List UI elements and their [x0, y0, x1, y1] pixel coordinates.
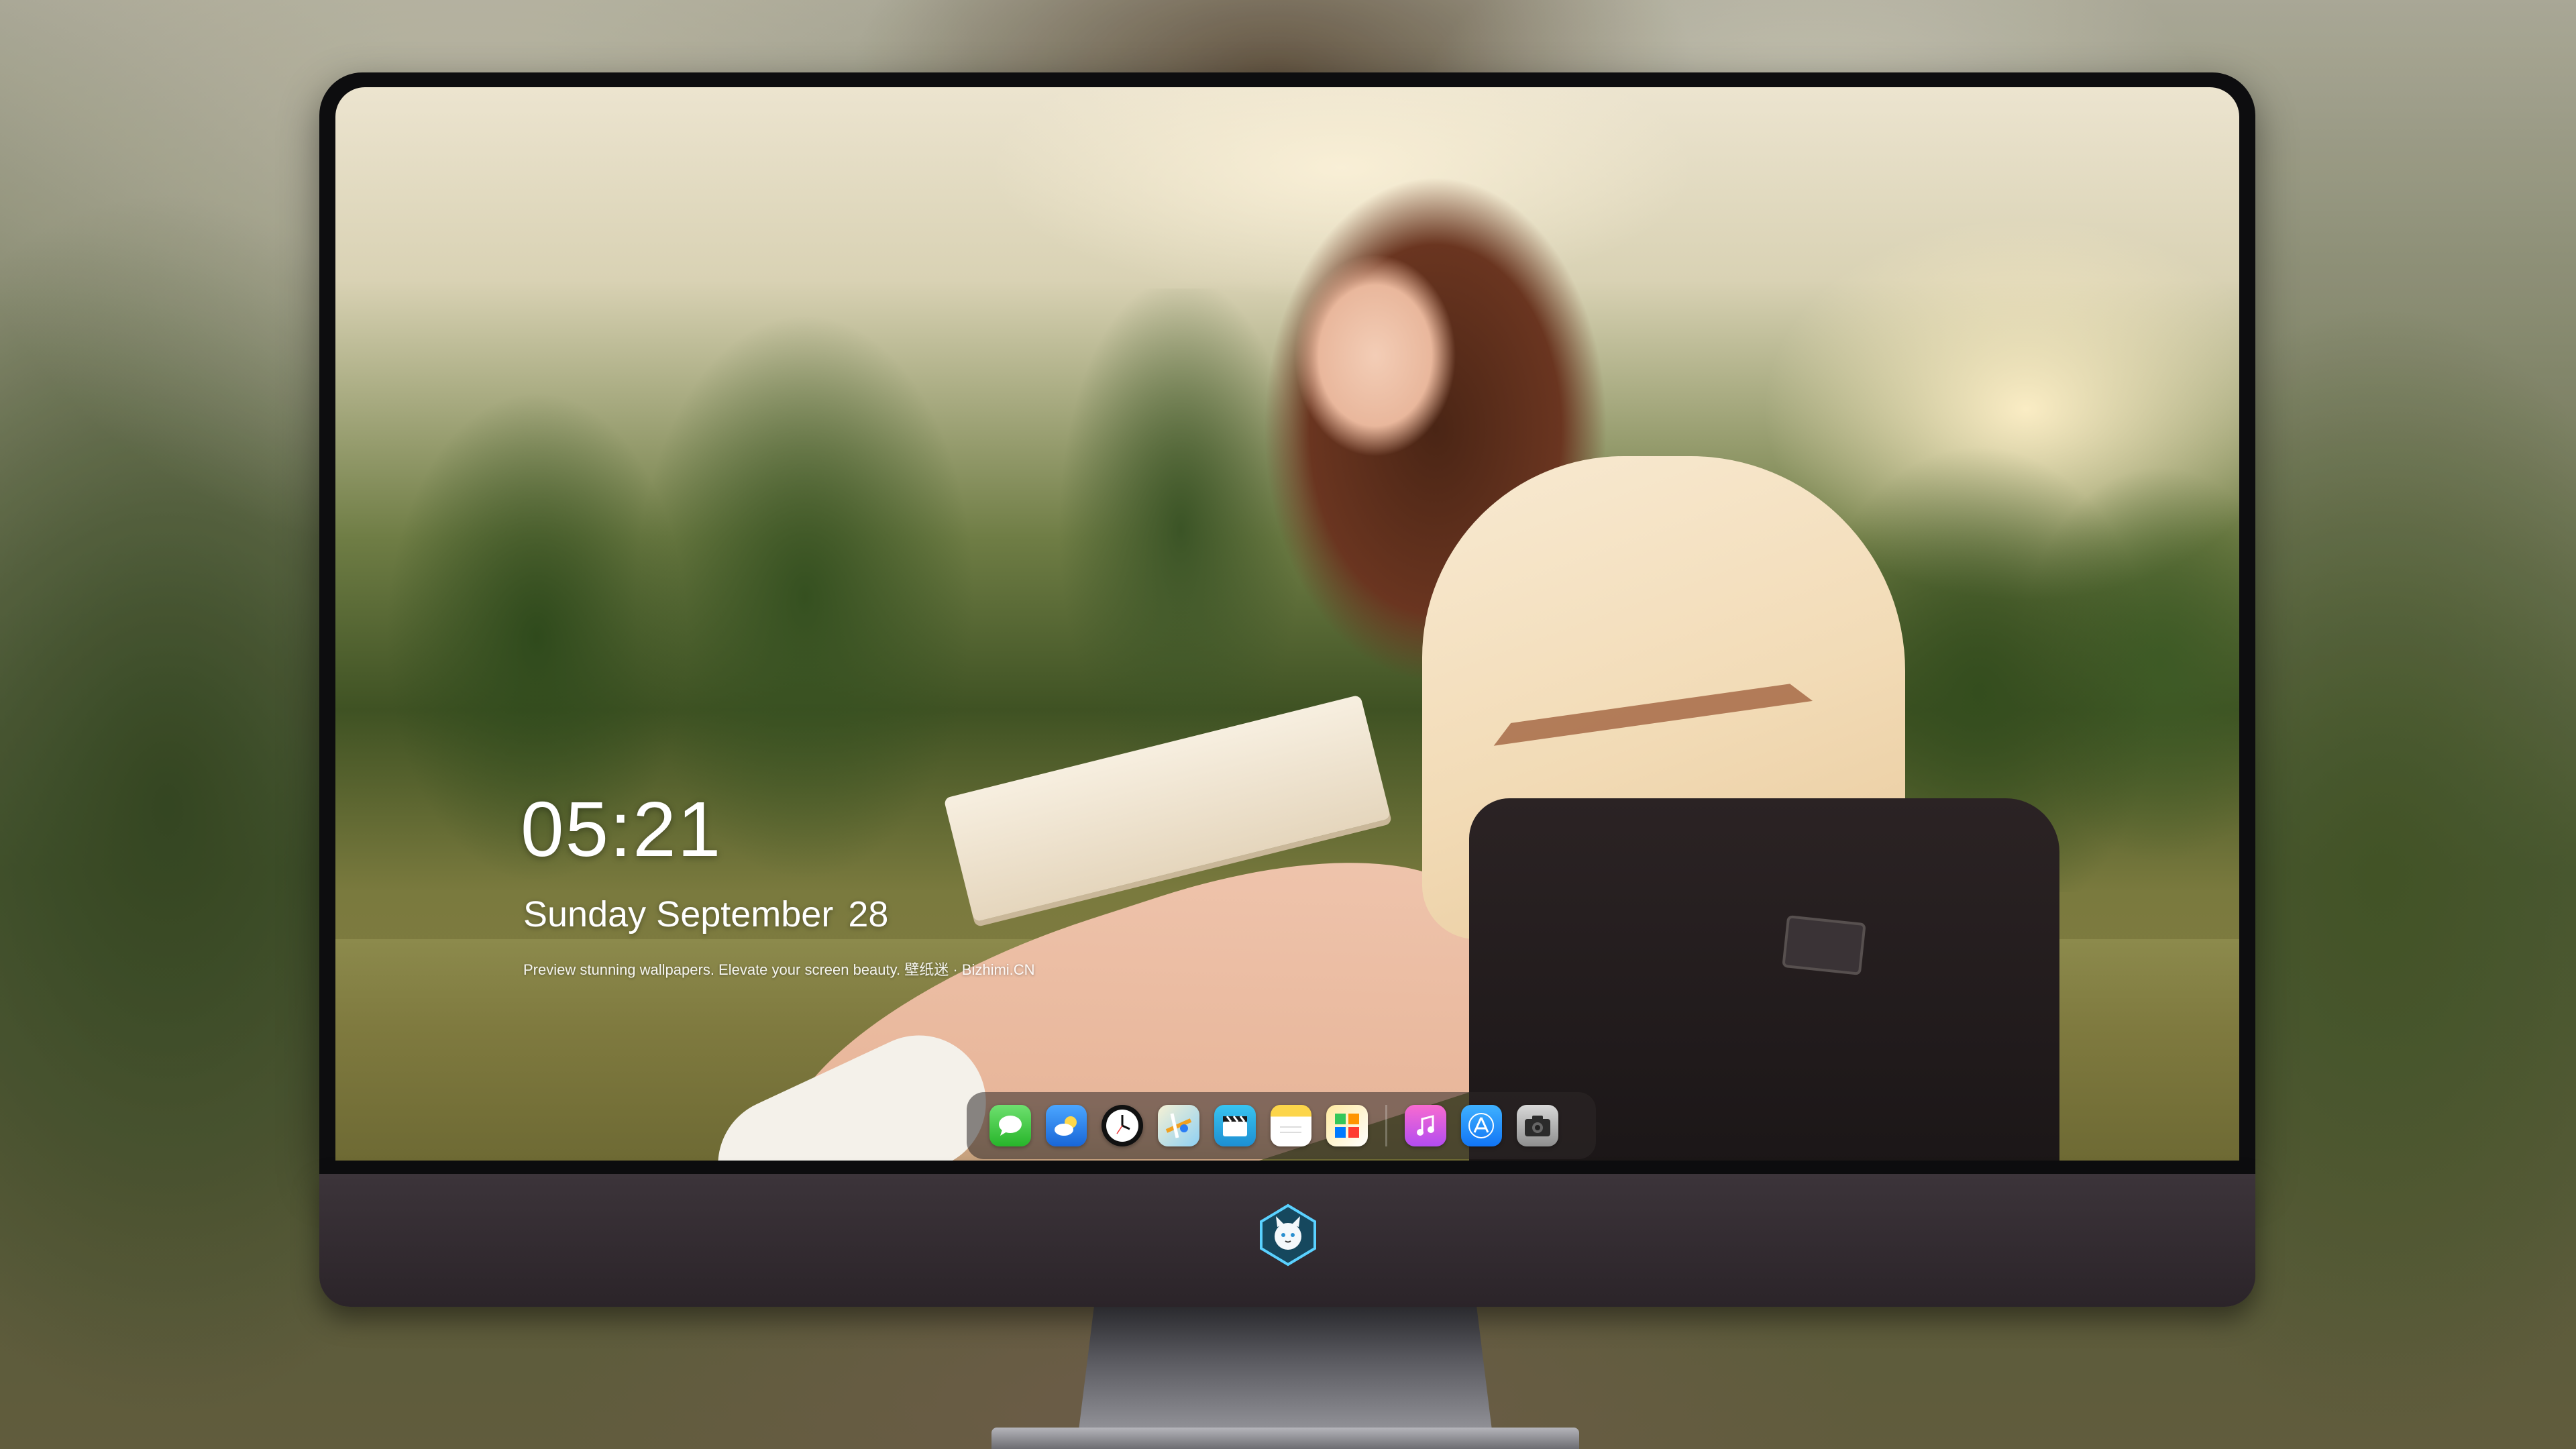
dock: [967, 1092, 1596, 1159]
lock-clock: 05:21: [521, 786, 722, 873]
messages-icon[interactable]: [989, 1105, 1031, 1146]
monitor: 05:21 Sunday September 28 Preview stunnin…: [319, 72, 2255, 1441]
weather-icon[interactable]: [1045, 1105, 1087, 1146]
photos-icon[interactable]: [1326, 1105, 1368, 1146]
weekday: Sunday: [523, 894, 647, 934]
day: 28: [848, 894, 889, 934]
camera-icon[interactable]: [1517, 1105, 1559, 1146]
screen: 05:21 Sunday September 28 Preview stunnin…: [335, 87, 2239, 1161]
video-icon[interactable]: [1214, 1105, 1256, 1146]
cat-shield-logo-icon: [1256, 1203, 1320, 1267]
wallpaper-face: [1295, 255, 1456, 456]
wallpaper-bag-patch: [1782, 915, 1866, 975]
monitor-stand-foot: [991, 1428, 1579, 1449]
notes-icon[interactable]: [1270, 1105, 1312, 1146]
monitor-bezel: 05:21 Sunday September 28 Preview stunnin…: [319, 72, 2255, 1174]
tagline: Preview stunning wallpapers. Elevate you…: [523, 961, 1035, 978]
app-store-icon[interactable]: [1460, 1105, 1503, 1146]
maps-icon[interactable]: [1158, 1105, 1199, 1146]
month: September: [656, 894, 834, 934]
lock-date: Sunday September 28: [523, 896, 888, 932]
wallpaper-sweater-stripe: [1460, 468, 1813, 746]
dock-separator: [1385, 1105, 1387, 1146]
clock-icon[interactable]: [1102, 1105, 1144, 1146]
music-icon[interactable]: [1404, 1105, 1446, 1146]
monitor-stand: [1077, 1307, 1493, 1441]
